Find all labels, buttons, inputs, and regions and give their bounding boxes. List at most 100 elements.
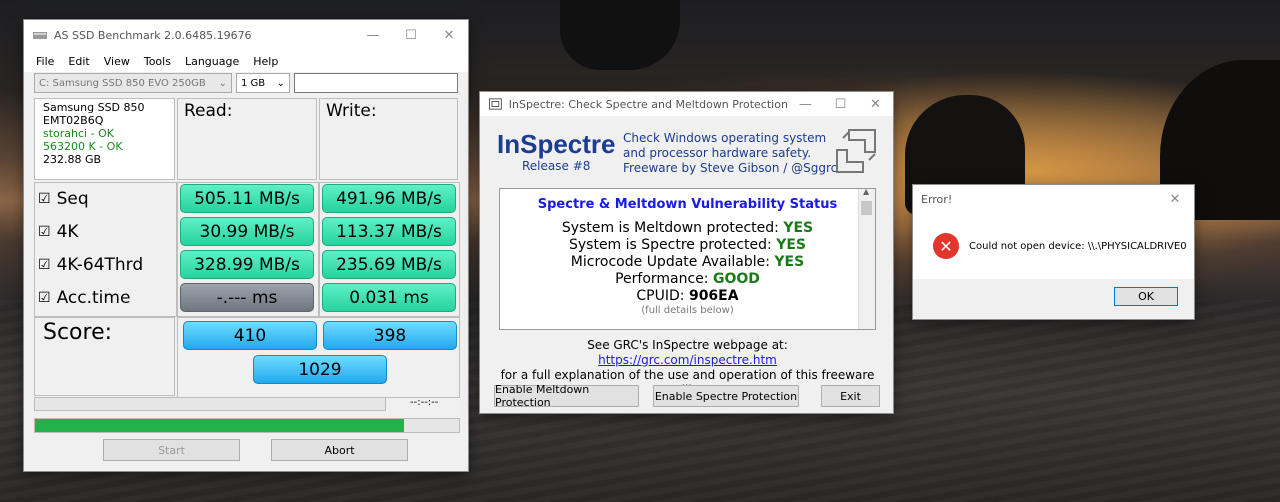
menu-edit[interactable]: Edit xyxy=(68,55,89,68)
acc-write-result: 0.031 ms xyxy=(322,283,456,312)
seq-read-result: 505.11 MB/s xyxy=(180,184,314,213)
4k-read-result: 30.99 MB/s xyxy=(180,217,314,246)
close-icon[interactable]: ✕ xyxy=(858,97,893,112)
benchmark-grid: Samsung SSD 850 EMT02B6Q storahci - OK 5… xyxy=(34,98,460,398)
drive-model: Samsung SSD 850 xyxy=(43,101,145,114)
checkbox-checked-icon[interactable]: ☑ xyxy=(38,290,51,306)
dialog-footer: OK xyxy=(913,279,1194,319)
status-cpuid: CPUID: 906EA xyxy=(636,288,739,304)
menu-tools[interactable]: Tools xyxy=(144,55,171,68)
overall-progress-bar xyxy=(34,418,460,433)
elapsed-time: --:--:-- xyxy=(410,397,439,408)
drive-select-value: C: Samsung SSD 850 EVO 250GB xyxy=(39,77,206,89)
details-note: (full details below) xyxy=(641,305,734,316)
total-score: 1029 xyxy=(253,355,387,384)
status-panel[interactable]: Spectre & Meltdown Vulnerability Status … xyxy=(499,188,876,330)
scroll-thumb[interactable] xyxy=(861,201,872,215)
enable-spectre-button[interactable]: Enable Spectre Protection xyxy=(653,385,799,407)
close-icon[interactable]: ✕ xyxy=(1156,192,1194,207)
grc-logo-icon xyxy=(836,129,876,173)
read-score: 410 xyxy=(183,321,317,350)
window-title: AS SSD Benchmark 2.0.6485.19676 xyxy=(54,28,252,42)
chevron-down-icon: ⌄ xyxy=(218,77,227,89)
test-progress-bar xyxy=(34,397,386,411)
row-label: 4K-64Thrd xyxy=(56,254,144,275)
drive-info: Samsung SSD 850 EMT02B6Q storahci - OK 5… xyxy=(34,98,175,180)
write-score: 398 xyxy=(323,321,457,350)
status-title: Spectre & Meltdown Vulnerability Status xyxy=(537,197,838,212)
row-acc-time[interactable]: ☑ Acc.time xyxy=(38,283,130,312)
alignment-status: 563200 K - OK xyxy=(43,140,123,153)
error-dialog: Error! ✕ ✕ Could not open device: \\.\PH… xyxy=(913,185,1194,319)
menu-file[interactable]: File xyxy=(36,55,54,68)
inspectre-window: InSpectre: Check Spectre and Meltdown Pr… xyxy=(480,92,893,413)
app-name: InSpectre xyxy=(497,129,616,159)
window-title: InSpectre: Check Spectre and Meltdown Pr… xyxy=(508,97,788,111)
dialog-title: Error! xyxy=(921,192,953,206)
overall-progress-fill xyxy=(35,419,404,432)
menu-language[interactable]: Language xyxy=(185,55,239,68)
driver-status: storahci - OK xyxy=(43,127,114,140)
row-seq[interactable]: ☑ Seq xyxy=(38,184,89,213)
abort-button[interactable]: Abort xyxy=(271,439,408,461)
4k64-read-result: 328.99 MB/s xyxy=(180,250,314,279)
background-rock xyxy=(560,0,680,70)
menu-help[interactable]: Help xyxy=(253,55,278,68)
row-4k-64thrd[interactable]: ☑ 4K-64Thrd xyxy=(38,250,143,279)
checkbox-checked-icon[interactable]: ☑ xyxy=(38,224,51,240)
error-message: Could not open device: \\.\PHYSICALDRIVE… xyxy=(969,240,1187,252)
score-label: Score: xyxy=(34,317,175,396)
text-field[interactable] xyxy=(294,73,458,93)
row-label: Seq xyxy=(56,188,89,209)
write-header: Write: xyxy=(319,98,458,180)
error-body: ✕ Could not open device: \\.\PHYSICALDRI… xyxy=(913,213,1194,279)
drive-icon xyxy=(33,32,47,39)
4k-write-result: 113.37 MB/s xyxy=(322,217,456,246)
size-select[interactable]: 1 GB ⌄ xyxy=(236,73,290,93)
description-line: Check Windows operating system xyxy=(623,131,827,145)
drive-capacity: 232.88 GB xyxy=(43,153,102,166)
status-meltdown: System is Meltdown protected: YES xyxy=(561,220,814,236)
webpage-prefix: See GRC's InSpectre webpage at: xyxy=(587,338,788,352)
enable-meltdown-button[interactable]: Enable Meltdown Protection xyxy=(494,383,639,409)
webpage-link[interactable]: https://grc.com/inspectre.htm xyxy=(598,353,777,367)
minimize-icon[interactable]: — xyxy=(354,28,392,43)
close-icon[interactable]: ✕ xyxy=(430,28,468,43)
inspectre-app-icon xyxy=(488,98,502,110)
scrollbar[interactable]: ▲ xyxy=(858,189,875,329)
status-spectre: System is Spectre protected: YES xyxy=(568,237,807,253)
menu-view[interactable]: View xyxy=(104,55,130,68)
maximize-icon[interactable]: ☐ xyxy=(823,97,858,112)
maximize-icon[interactable]: ☐ xyxy=(392,28,430,43)
exit-button[interactable]: Exit xyxy=(821,385,880,407)
drive-firmware: EMT02B6Q xyxy=(43,114,104,127)
row-label: 4K xyxy=(56,221,79,242)
drive-select[interactable]: C: Samsung SSD 850 EVO 250GB ⌄ xyxy=(34,73,232,93)
read-header: Read: xyxy=(177,98,317,180)
4k64-write-result: 235.69 MB/s xyxy=(322,250,456,279)
seq-write-result: 491.96 MB/s xyxy=(322,184,456,213)
size-select-value: 1 GB xyxy=(241,77,266,89)
row-label: Acc.time xyxy=(56,287,131,308)
ok-button[interactable]: OK xyxy=(1114,287,1178,306)
error-icon: ✕ xyxy=(933,233,959,259)
inspectre-titlebar[interactable]: InSpectre: Check Spectre and Meltdown Pr… xyxy=(480,92,893,116)
description-line: Freeware by Steve Gibson / @Sggrc xyxy=(623,161,838,175)
chevron-down-icon: ⌄ xyxy=(276,77,285,89)
description-line: and processor hardware safety. xyxy=(623,146,812,160)
minimize-icon[interactable]: — xyxy=(788,97,823,112)
menu-bar: File Edit View Tools Language Help xyxy=(24,50,468,72)
row-4k[interactable]: ☑ 4K xyxy=(38,217,79,246)
checkbox-checked-icon[interactable]: ☑ xyxy=(38,257,51,273)
as-ssd-titlebar[interactable]: AS SSD Benchmark 2.0.6485.19676 — ☐ ✕ xyxy=(24,20,468,50)
app-description: Check Windows operating system and proce… xyxy=(623,131,837,176)
start-button[interactable]: Start xyxy=(103,439,240,461)
as-ssd-window: AS SSD Benchmark 2.0.6485.19676 — ☐ ✕ Fi… xyxy=(24,20,468,471)
status-performance: Performance: GOOD xyxy=(615,271,760,287)
acc-read-result: -.--- ms xyxy=(180,283,314,312)
status-microcode: Microcode Update Available: YES xyxy=(570,254,805,270)
checkbox-checked-icon[interactable]: ☑ xyxy=(38,191,51,207)
error-titlebar[interactable]: Error! ✕ xyxy=(913,185,1194,213)
scroll-up-icon[interactable]: ▲ xyxy=(863,189,869,196)
release-number: Release #8 xyxy=(522,159,591,173)
